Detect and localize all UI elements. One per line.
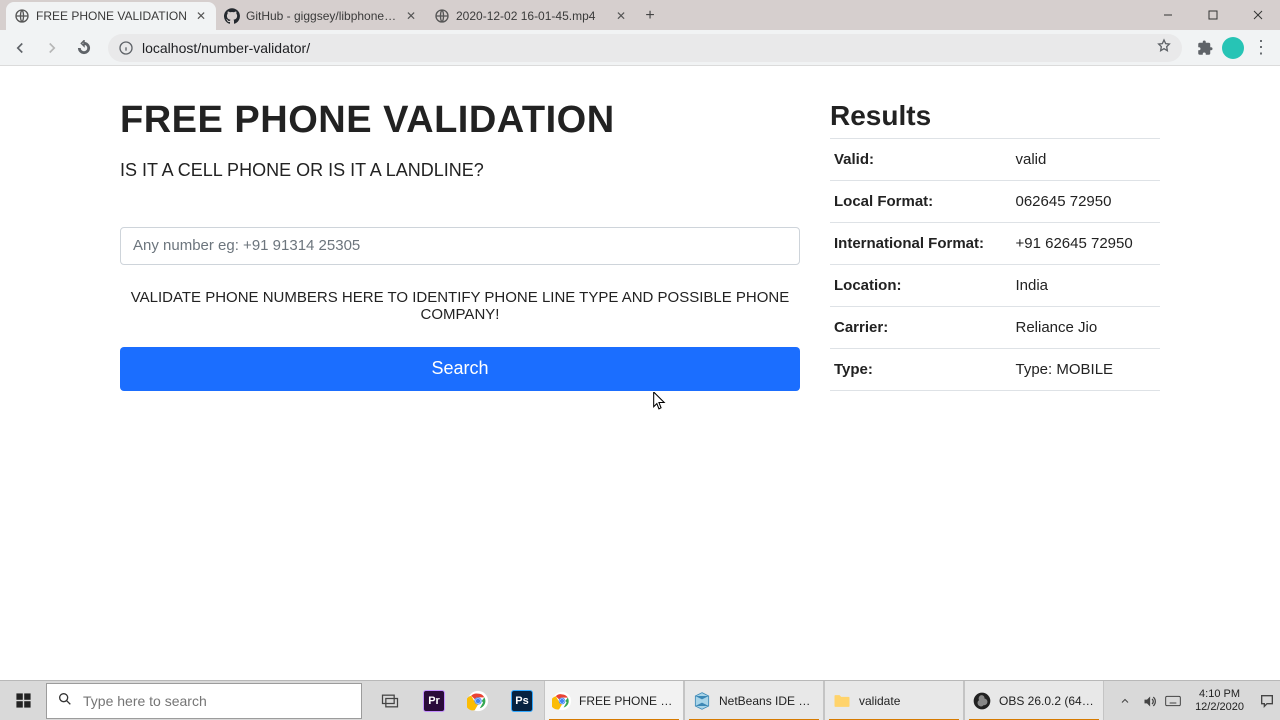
tray-chevron-icon[interactable]: [1117, 693, 1133, 709]
taskbar-app-explorer[interactable]: validate: [824, 681, 964, 720]
result-value: Type: MOBILE: [1012, 349, 1161, 391]
close-icon[interactable]: ✕: [404, 9, 418, 23]
windows-taskbar: Pr Ps FREE PHONE VA... NetBeans I: [0, 680, 1280, 720]
tab-title: FREE PHONE VALIDATION: [36, 9, 190, 23]
tab-2[interactable]: 2020-12-02 16-01-45.mp4 ✕: [426, 2, 636, 30]
window-close-button[interactable]: [1235, 0, 1280, 30]
taskbar-app-premiere[interactable]: Pr: [412, 681, 456, 720]
taskbar-clock[interactable]: 4:10 PM 12/2/2020: [1189, 688, 1250, 714]
chrome-icon: [467, 690, 489, 712]
search-icon: [57, 691, 73, 710]
obs-icon: [971, 690, 993, 712]
netbeans-icon: [691, 690, 713, 712]
chrome-menu-icon[interactable]: ⋮: [1252, 39, 1270, 57]
photoshop-icon: Ps: [511, 690, 533, 712]
globe-icon: [14, 8, 30, 24]
tab-1[interactable]: GitHub - giggsey/libphonenumb ✕: [216, 2, 426, 30]
keyboard-icon[interactable]: [1165, 693, 1181, 709]
volume-icon[interactable]: [1141, 693, 1157, 709]
page-viewport: FREE PHONE VALIDATION IS IT A CELL PHONE…: [0, 66, 1280, 680]
new-tab-button[interactable]: +: [636, 2, 664, 30]
back-button[interactable]: [6, 34, 34, 62]
profile-avatar[interactable]: [1222, 37, 1244, 59]
close-icon[interactable]: ✕: [614, 9, 628, 23]
bookmark-star-icon[interactable]: [1156, 38, 1172, 57]
taskbar-app-photoshop[interactable]: Ps: [500, 681, 544, 720]
globe-icon: [434, 8, 450, 24]
address-bar[interactable]: localhost/number-validator/: [108, 34, 1182, 62]
task-label: NetBeans IDE 8.0: [719, 694, 814, 708]
search-button[interactable]: Search: [120, 347, 800, 391]
tab-title: GitHub - giggsey/libphonenumb: [246, 9, 400, 23]
github-icon: [224, 8, 240, 24]
extension-area: ⋮: [1192, 37, 1274, 59]
folder-icon: [831, 690, 853, 712]
results-row: Type:Type: MOBILE: [830, 349, 1160, 391]
reload-button[interactable]: [70, 34, 98, 62]
window-controls: [1145, 0, 1280, 30]
task-label: FREE PHONE VA...: [579, 694, 674, 708]
start-button[interactable]: [0, 681, 46, 720]
url-text: localhost/number-validator/: [142, 40, 1148, 56]
taskbar-search-input[interactable]: [83, 693, 351, 709]
task-view-button[interactable]: [368, 681, 412, 720]
phone-input[interactable]: [120, 227, 800, 265]
result-value: +91 62645 72950: [1012, 223, 1161, 265]
results-heading: Results: [830, 100, 1160, 132]
result-value: 062645 72950: [1012, 181, 1161, 223]
chrome-icon: [551, 690, 573, 712]
browser-toolbar: localhost/number-validator/ ⋮: [0, 30, 1280, 66]
result-value: India: [1012, 265, 1161, 307]
tab-title: 2020-12-02 16-01-45.mp4: [456, 9, 610, 23]
taskbar-search[interactable]: [46, 683, 362, 719]
result-key: Valid:: [830, 139, 1012, 181]
result-key: Location:: [830, 265, 1012, 307]
forward-button[interactable]: [38, 34, 66, 62]
tab-strip: FREE PHONE VALIDATION ✕ GitHub - giggsey…: [0, 0, 664, 30]
result-key: Carrier:: [830, 307, 1012, 349]
notification-icon[interactable]: [1258, 692, 1276, 710]
time-text: 4:10 PM: [1195, 688, 1244, 701]
site-info-icon[interactable]: [118, 40, 134, 56]
system-tray: 4:10 PM 12/2/2020: [1113, 681, 1280, 720]
date-text: 12/2/2020: [1195, 701, 1244, 714]
extensions-icon[interactable]: [1196, 39, 1214, 57]
result-value: valid: [1012, 139, 1161, 181]
result-key: Local Format:: [830, 181, 1012, 223]
results-row: International Format:+91 62645 72950: [830, 223, 1160, 265]
maximize-button[interactable]: [1190, 0, 1235, 30]
tab-0[interactable]: FREE PHONE VALIDATION ✕: [6, 2, 216, 30]
close-icon[interactable]: ✕: [194, 9, 208, 23]
taskbar-app-obs[interactable]: OBS 26.0.2 (64-bi...: [964, 681, 1104, 720]
results-row: Local Format:062645 72950: [830, 181, 1160, 223]
task-label: OBS 26.0.2 (64-bi...: [999, 694, 1094, 708]
result-key: Type:: [830, 349, 1012, 391]
premiere-icon: Pr: [423, 690, 445, 712]
taskbar-app-chrome-pinned[interactable]: [456, 681, 500, 720]
results-row: Carrier:Reliance Jio: [830, 307, 1160, 349]
taskbar-app-netbeans[interactable]: NetBeans IDE 8.0: [684, 681, 824, 720]
browser-titlebar: FREE PHONE VALIDATION ✕ GitHub - giggsey…: [0, 0, 1280, 30]
results-row: Location:India: [830, 265, 1160, 307]
results-row: Valid:valid: [830, 139, 1160, 181]
results-table: Valid:validLocal Format:062645 72950Inte…: [830, 138, 1160, 391]
page-title: FREE PHONE VALIDATION: [120, 100, 800, 142]
taskbar-app-chrome-running[interactable]: FREE PHONE VA...: [544, 681, 684, 720]
task-label: validate: [859, 694, 900, 708]
task-view-icon: [379, 690, 401, 712]
minimize-button[interactable]: [1145, 0, 1190, 30]
help-text: VALIDATE PHONE NUMBERS HERE TO IDENTIFY …: [120, 289, 800, 323]
page-subtitle: IS IT A CELL PHONE OR IS IT A LANDLINE?: [120, 160, 800, 181]
result-value: Reliance Jio: [1012, 307, 1161, 349]
result-key: International Format:: [830, 223, 1012, 265]
